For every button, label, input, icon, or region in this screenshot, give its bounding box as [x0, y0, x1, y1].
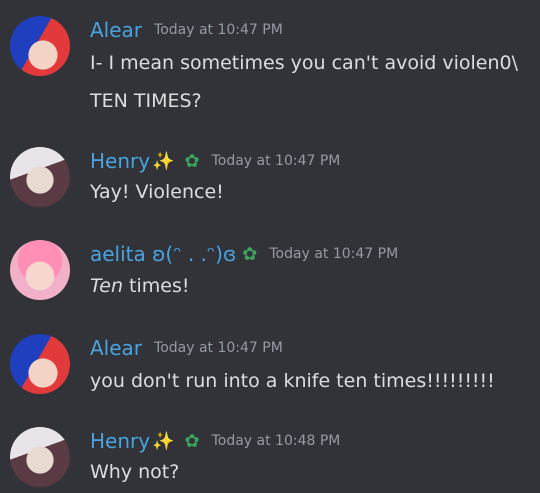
avatar[interactable]: [10, 240, 70, 300]
sparkles-icon: ✨: [152, 430, 175, 452]
timestamp: Today at 10:47 PM: [211, 153, 341, 169]
message-text: Ten times!: [90, 272, 189, 300]
italic-text: Ten: [90, 275, 123, 297]
message-text: Yay! Violence!: [90, 181, 224, 203]
sparkles-icon: ✨: [152, 150, 175, 172]
message-aelita-1: aelita ʚ(ᵔ . .ᵔ)ɞ ✿ Today at 10:47 PM Te…: [0, 240, 540, 306]
avatar[interactable]: [10, 147, 70, 207]
avatar[interactable]: [10, 16, 70, 76]
message-text: Why not?: [90, 461, 180, 483]
message-text: I- I mean sometimes you can't avoid viol…: [90, 52, 518, 74]
timestamp: Today at 10:47 PM: [154, 22, 283, 38]
avatar[interactable]: [10, 334, 70, 394]
message-alear-1: Alear Today at 10:47 PM I- I mean someti…: [0, 16, 540, 116]
green-flower-icon[interactable]: ✿: [185, 431, 200, 452]
message-header: aelita ʚ(ᵔ . .ᵔ)ɞ ✿ Today at 10:47 PM: [90, 240, 398, 268]
author-name[interactable]: Alear: [90, 334, 142, 362]
green-flower-icon[interactable]: ✿: [242, 244, 257, 265]
message-header: Henry ✨ ✿ Today at 10:47 PM: [90, 147, 340, 175]
message-header: Henry ✨ ✿ Today at 10:48 PM: [90, 427, 340, 455]
message-text: you don't run into a knife ten times!!!!…: [90, 370, 495, 392]
timestamp: Today at 10:47 PM: [269, 246, 399, 262]
message-text: TEN TIMES?: [90, 90, 202, 112]
message-alear-2: Alear Today at 10:47 PM you don't run in…: [0, 334, 540, 400]
message-header: Alear Today at 10:47 PM: [90, 334, 283, 362]
message-henry-1: Henry ✨ ✿ Today at 10:47 PM Yay! Violenc…: [0, 147, 540, 213]
text-rest: times!: [123, 275, 190, 297]
author-name[interactable]: Alear: [90, 16, 142, 44]
author-name[interactable]: aelita ʚ(ᵔ . .ᵔ)ɞ: [90, 240, 236, 268]
message-header: Alear Today at 10:47 PM: [90, 16, 283, 44]
green-flower-icon[interactable]: ✿: [185, 151, 200, 172]
avatar[interactable]: [10, 427, 70, 487]
timestamp: Today at 10:48 PM: [211, 433, 341, 449]
message-henry-2: Henry ✨ ✿ Today at 10:48 PM Why not?: [0, 427, 540, 493]
timestamp: Today at 10:47 PM: [154, 340, 283, 356]
author-name[interactable]: Henry: [90, 147, 150, 175]
author-name[interactable]: Henry: [90, 427, 150, 455]
